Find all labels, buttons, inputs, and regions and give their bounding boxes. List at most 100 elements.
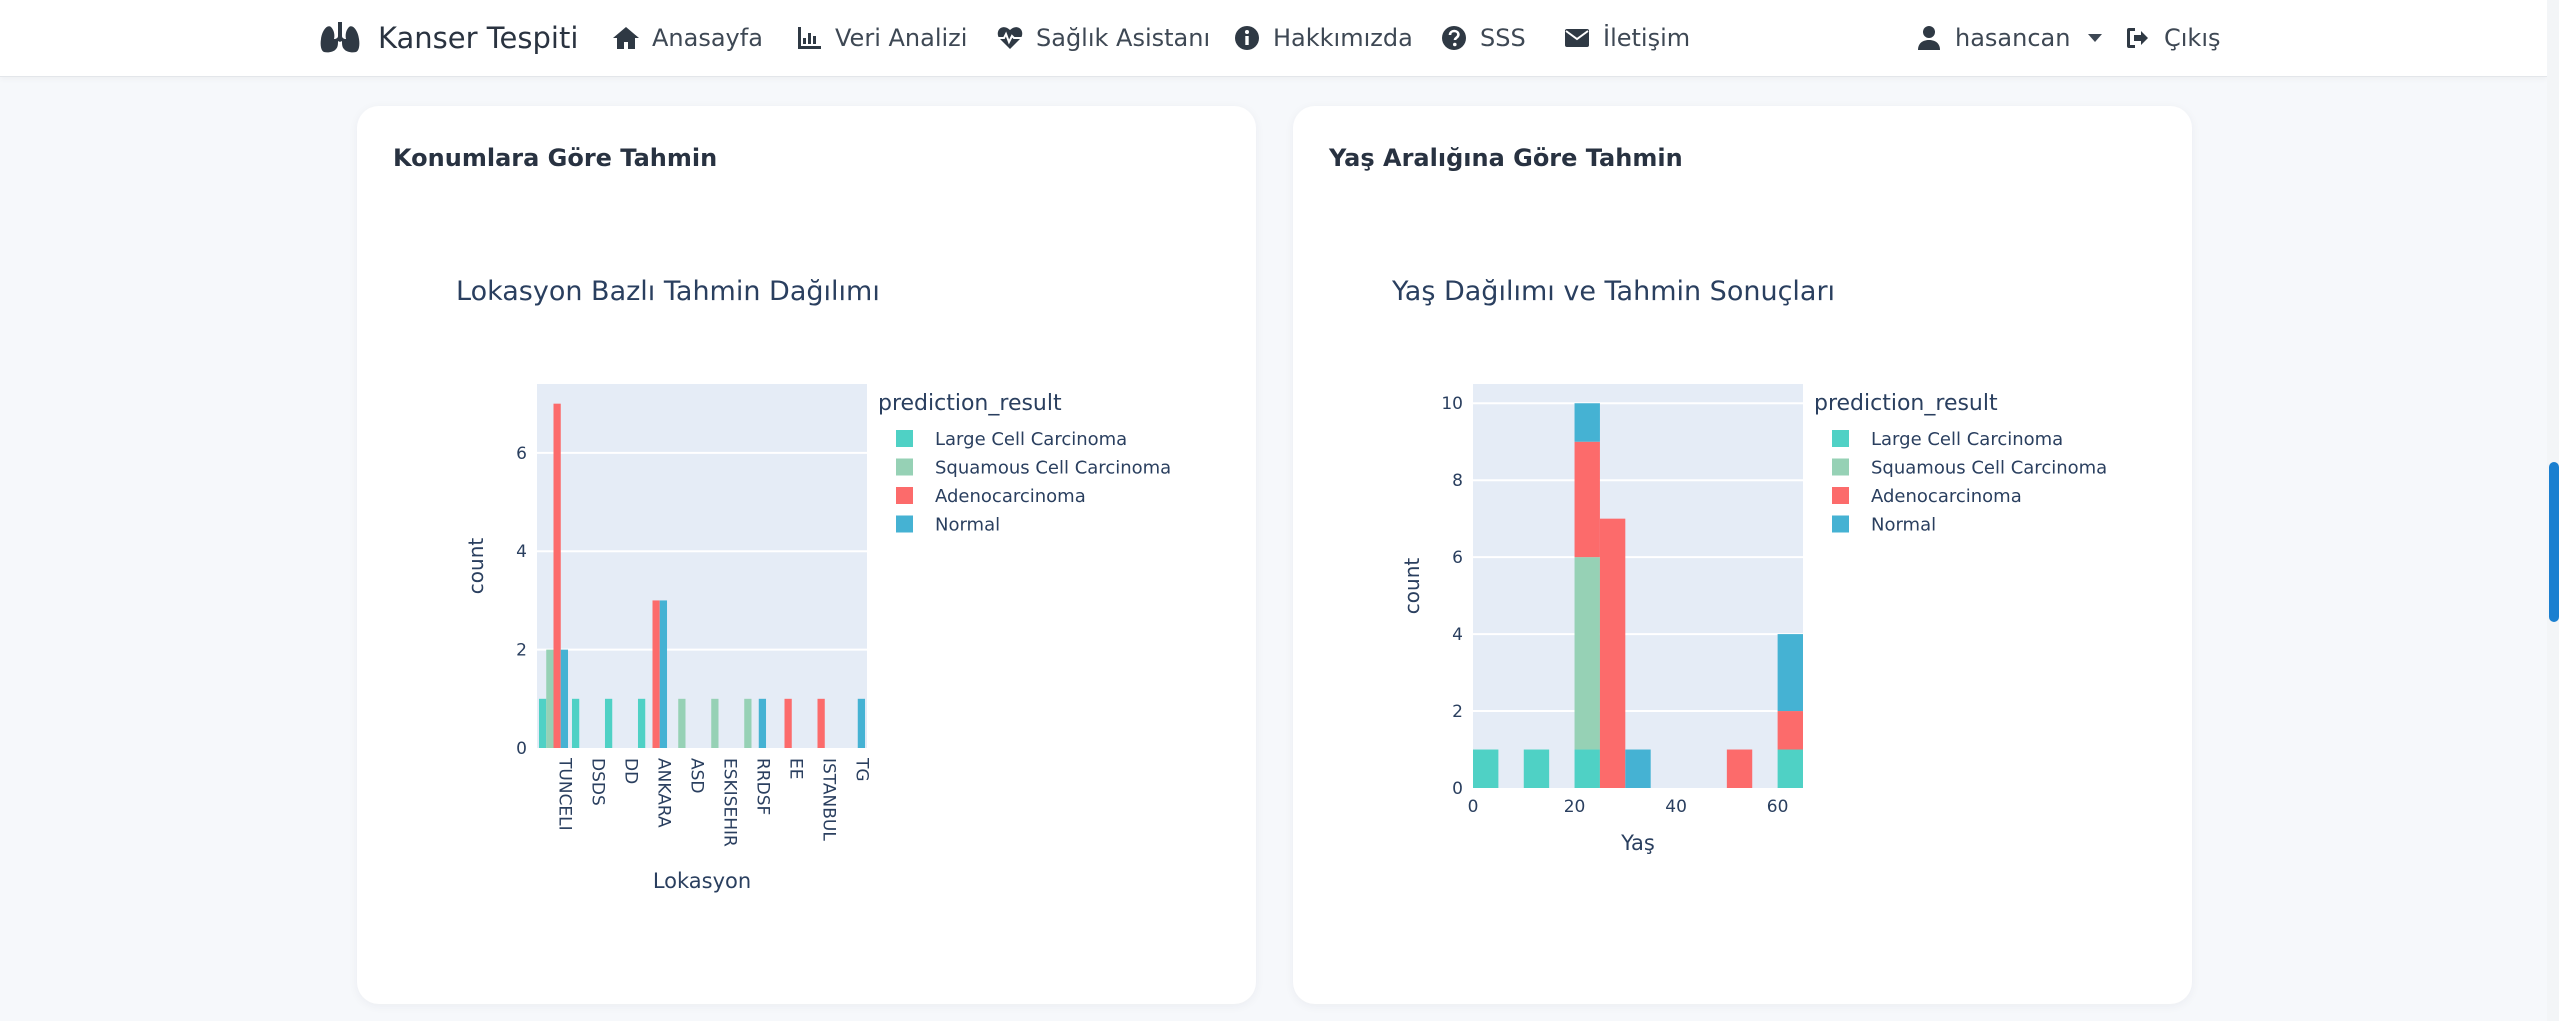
legend-swatch	[896, 458, 913, 476]
nav-item-label: Veri Analizi	[835, 23, 968, 52]
x-tick-label: ISTANBUL	[819, 758, 839, 841]
x-tick-label: RRDSF	[753, 758, 773, 815]
bar	[1777, 711, 1803, 750]
envelope-icon	[1565, 28, 1589, 47]
y-tick-label: 6	[1452, 548, 1463, 568]
x-tick-label: TUNCELI	[555, 757, 575, 831]
legend-entry: Adenocarcinoma	[935, 486, 1086, 507]
legend-title: prediction_result	[1814, 391, 1998, 416]
bar	[560, 649, 569, 748]
location-prediction-card: Konumlara Göre Tahmin Lokasyon Bazlı Tah…	[357, 106, 1256, 1004]
legend-entry: Normal	[1871, 515, 1936, 536]
bar	[1777, 749, 1803, 788]
nav-item-label: Hakkımızda	[1273, 23, 1413, 52]
bar	[1574, 749, 1600, 788]
heartbeat-icon	[997, 26, 1023, 49]
bar	[571, 698, 580, 748]
scrollbar-thumb[interactable]	[2549, 462, 2559, 622]
bar	[711, 698, 719, 748]
legend-swatch	[896, 487, 913, 504]
bar	[1726, 749, 1753, 788]
legend-swatch	[896, 430, 913, 447]
bar	[604, 698, 613, 748]
user-dropdown[interactable]: hasancan	[1915, 0, 2103, 75]
logout-link[interactable]: Çıkış	[2124, 0, 2221, 75]
y-axis-label: count	[464, 538, 488, 595]
y-tick-label: 4	[516, 542, 527, 562]
legend-swatch	[1832, 515, 1849, 533]
home-icon	[613, 26, 639, 49]
info-circle-icon	[1235, 25, 1259, 50]
top-navbar: Kanser Tespiti Anasayfa Veri Analizi Sağ…	[0, 0, 2547, 77]
chart-line-icon	[798, 26, 821, 49]
x-tick-label: 20	[1564, 797, 1586, 817]
nav-item-label: SSS	[1480, 23, 1526, 52]
x-tick-label: DD	[621, 758, 641, 784]
brand-link[interactable]: Kanser Tespiti	[320, 0, 578, 75]
legend-entry: Normal	[935, 515, 1000, 536]
x-tick-label: DSDS	[588, 758, 608, 806]
legend-swatch	[1832, 487, 1849, 504]
bar	[1473, 749, 1499, 788]
y-tick-label: 8	[1452, 471, 1463, 491]
bar	[784, 698, 792, 748]
x-axis-label: Lokasyon	[653, 869, 751, 893]
y-tick-label: 2	[1452, 702, 1463, 722]
bar	[1599, 518, 1626, 788]
legend-swatch	[1832, 430, 1849, 447]
x-tick-label: 40	[1665, 797, 1687, 817]
bar	[1574, 441, 1600, 558]
nav-item-hakkimizda[interactable]: Hakkımızda	[1233, 0, 1413, 75]
bar	[817, 698, 825, 748]
x-tick-label: ASD	[687, 758, 707, 794]
legend-entry: Large Cell Carcinoma	[935, 429, 1127, 450]
chart-title: Lokasyon Bazlı Tahmin Dağılımı	[456, 276, 880, 307]
bar	[758, 698, 767, 748]
chevron-down-icon	[2088, 33, 2103, 42]
x-tick-label: EE	[786, 758, 806, 779]
plot-background	[1473, 384, 1803, 788]
nav-item-anasayfa[interactable]: Anasayfa	[612, 0, 763, 75]
y-tick-label: 4	[1452, 625, 1463, 645]
user-icon	[1918, 25, 1940, 50]
x-tick-label: ANKARA	[654, 758, 674, 828]
legend-entry: Squamous Cell Carcinoma	[1871, 458, 2107, 479]
bar	[1574, 557, 1600, 750]
bar	[553, 403, 561, 748]
nav-item-label: İletişim	[1603, 23, 1691, 52]
plot-background	[537, 384, 867, 748]
y-tick-label: 10	[1441, 394, 1463, 414]
bar	[1777, 634, 1803, 712]
nav-item-sss[interactable]: SSS	[1440, 0, 1526, 75]
legend-entry: Large Cell Carcinoma	[1871, 429, 2063, 450]
question-circle-icon	[1442, 25, 1466, 50]
nav-item-saglik-asistani[interactable]: Sağlık Asistanı	[996, 0, 1210, 75]
bar	[659, 600, 668, 748]
x-tick-label: 60	[1767, 797, 1789, 817]
y-tick-label: 2	[516, 641, 527, 661]
x-tick-label: 0	[1468, 797, 1479, 817]
logout-label: Çıkış	[2164, 23, 2221, 52]
x-axis-label: Yaş	[1620, 831, 1655, 855]
bar	[744, 698, 752, 748]
location-bar-chart: Lokasyon Bazlı Tahmin Dağılımı 0 2 4 6 count L…	[456, 276, 1171, 893]
x-tick-label: ESKISEHIR	[720, 758, 740, 847]
nav-item-iletisim[interactable]: İletişim	[1563, 0, 1690, 75]
bar	[652, 600, 660, 748]
bar	[546, 649, 554, 748]
age-prediction-card: Yaş Aralığına Göre Tahmin Yaş Dağılımı v…	[1293, 106, 2192, 1004]
y-tick-label: 6	[516, 444, 527, 464]
lungs-icon	[320, 21, 360, 52]
brand-label: Kanser Tespiti	[378, 20, 579, 55]
bar	[538, 698, 547, 748]
legend-title: prediction_result	[878, 391, 1062, 416]
bar	[637, 698, 646, 748]
bar	[1523, 749, 1550, 788]
legend-swatch	[896, 515, 913, 533]
bar	[1625, 749, 1651, 788]
sign-out-icon	[2127, 27, 2148, 48]
user-name: hasancan	[1955, 23, 2071, 52]
nav-item-veri-analizi[interactable]: Veri Analizi	[795, 0, 967, 75]
legend-entry: Squamous Cell Carcinoma	[935, 458, 1171, 479]
age-histogram-chart: Yaş Dağılımı ve Tahmin Sonuçları 0 2 4 6 8 10 c…	[1391, 276, 2107, 855]
